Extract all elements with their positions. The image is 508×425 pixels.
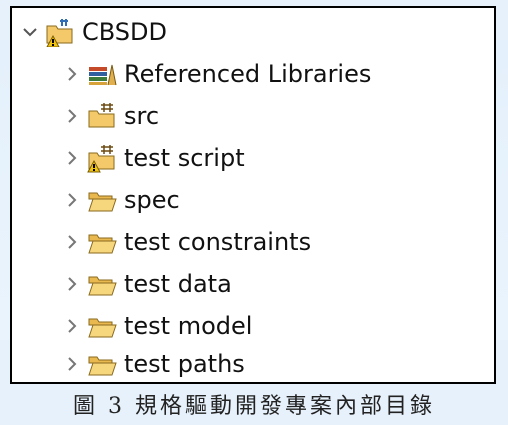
folder-icon xyxy=(86,269,118,299)
tree-item-test-constraints[interactable]: test constraints xyxy=(12,222,508,262)
folder-icon xyxy=(86,185,118,215)
chevron-right-icon[interactable] xyxy=(64,356,80,372)
tree-root-label: CBSDD xyxy=(82,18,167,46)
chevron-right-icon[interactable] xyxy=(64,150,80,166)
folder-icon xyxy=(86,349,118,379)
tree-item-referenced-libraries[interactable]: Referenced Libraries xyxy=(12,54,508,94)
chevron-right-icon[interactable] xyxy=(64,66,80,82)
chevron-right-icon[interactable] xyxy=(64,234,80,250)
source-folder-icon xyxy=(86,101,118,131)
tree-item-label: test data xyxy=(124,270,232,298)
java-project-warning-icon xyxy=(44,17,76,47)
tree-item-label: test paths xyxy=(124,350,245,378)
folder-icon xyxy=(86,227,118,257)
tree-item-test-paths[interactable]: test paths xyxy=(12,344,508,384)
project-explorer-tree[interactable]: CBSDD Referenced Libraries src test scri… xyxy=(10,6,496,384)
library-books-icon xyxy=(86,59,118,89)
tree-item-spec[interactable]: spec xyxy=(12,180,508,220)
tree-item-label: test model xyxy=(124,312,253,340)
tree-item-test-model[interactable]: test model xyxy=(12,306,508,346)
tree-item-test-data[interactable]: test data xyxy=(12,264,508,304)
tree-item-label: spec xyxy=(124,186,180,214)
chevron-right-icon[interactable] xyxy=(64,192,80,208)
tree-item-label: src xyxy=(124,102,160,130)
tree-item-label: Referenced Libraries xyxy=(124,60,372,88)
source-folder-warning-icon xyxy=(86,143,118,173)
chevron-down-icon[interactable] xyxy=(22,24,38,40)
tree-item-src[interactable]: src xyxy=(12,96,508,136)
tree-item-label: test script xyxy=(124,144,245,172)
folder-icon xyxy=(86,311,118,341)
tree-item-test-script[interactable]: test script xyxy=(12,138,508,178)
chevron-right-icon[interactable] xyxy=(64,318,80,334)
tree-item-label: test constraints xyxy=(124,228,312,256)
figure-caption: 圖 3 規格驅動開發專案內部目錄 xyxy=(73,394,435,419)
chevron-right-icon[interactable] xyxy=(64,276,80,292)
chevron-right-icon[interactable] xyxy=(64,108,80,124)
tree-root-cbsdd[interactable]: CBSDD xyxy=(12,12,504,52)
